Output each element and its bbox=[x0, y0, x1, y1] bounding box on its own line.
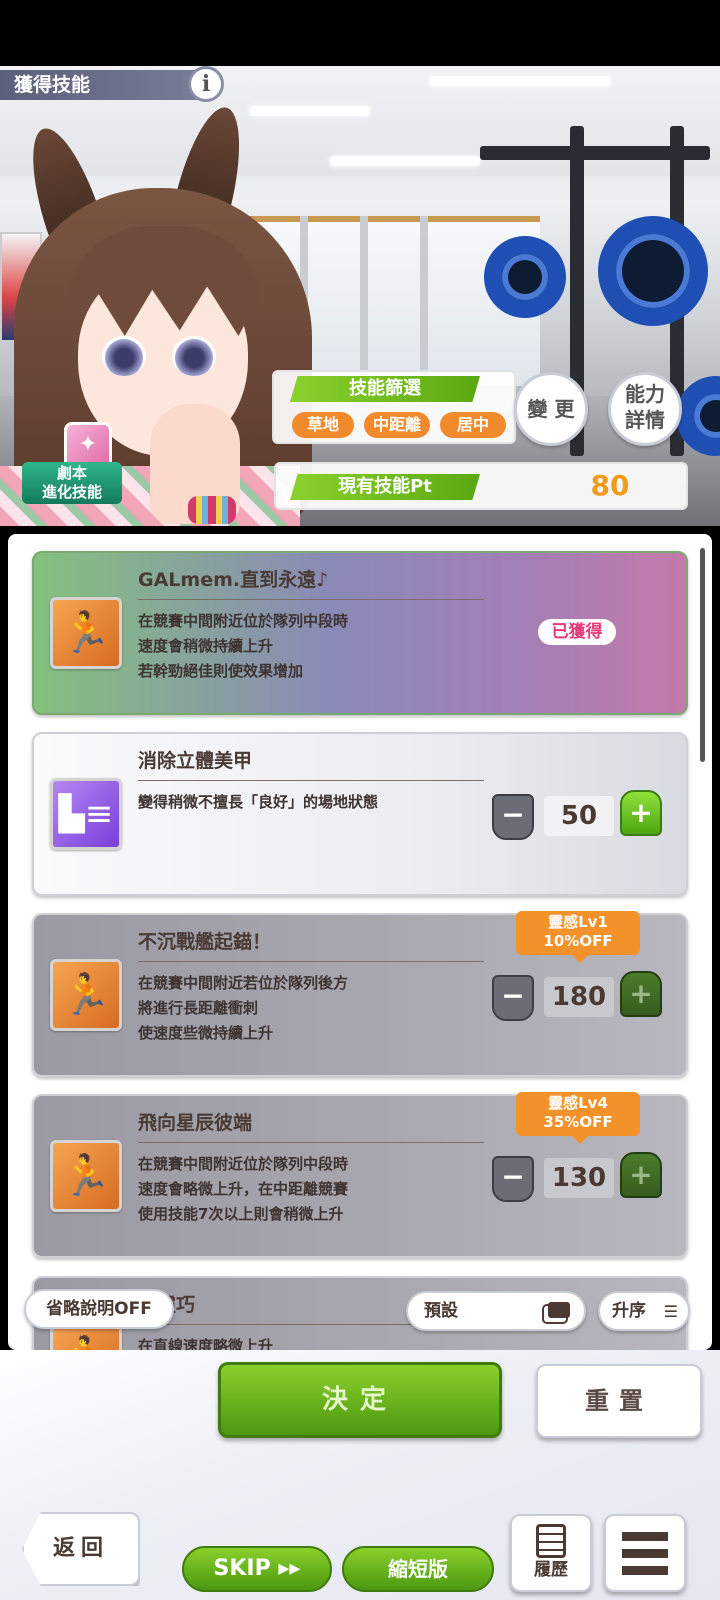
decrease-button[interactable]: − bbox=[492, 794, 534, 840]
acquired-badge: 已獲得 bbox=[538, 619, 616, 645]
filter-chip-style: 居中 bbox=[440, 412, 506, 438]
running-figure-icon: 🏃 bbox=[50, 1140, 122, 1212]
document-icon bbox=[536, 1524, 566, 1558]
hint-discount-badge: 靈感Lv4 35%OFF bbox=[516, 1092, 640, 1144]
divider bbox=[138, 961, 484, 962]
skill-name: 飛向星辰彼端 bbox=[138, 1112, 253, 1134]
skill-card[interactable]: 🏃 GALmem.直到永遠♪ 在競賽中間附近位於隊列中段時 速度會稍微持續上升 … bbox=[32, 551, 688, 715]
running-figure-icon: 🏃 bbox=[50, 597, 122, 669]
weight-plate bbox=[598, 216, 708, 326]
decide-button[interactable]: 決定 bbox=[218, 1362, 502, 1438]
skill-description: 在競賽中間附近位於隊列中段時 速度會略微上升，在中距離競賽 使用技能7次以上則會… bbox=[138, 1155, 349, 1223]
filter-label: 技能篩選 bbox=[290, 376, 480, 402]
reset-button[interactable]: 重置 bbox=[536, 1364, 702, 1438]
divider bbox=[138, 780, 484, 781]
ceiling-light bbox=[330, 156, 480, 166]
skill-cost: 50 bbox=[544, 796, 614, 836]
skill-card[interactable]: 🏃 不沉戰艦起錨！ 在競賽中間附近若位於隊列後方 將進行長距離衝刺 使速度些微持… bbox=[32, 911, 688, 1077]
character-eye bbox=[172, 336, 216, 376]
skill-description: 在競賽中間附近位於隊列中段時 速度會稍微持續上升 若幹勁絕佳則使效果增加 bbox=[138, 612, 349, 680]
history-label: 履歷 bbox=[534, 1560, 568, 1580]
increase-button[interactable]: + bbox=[620, 790, 662, 836]
skill-card[interactable]: 🏃 飛向星辰彼端 在競賽中間附近位於隊列中段時 速度會略微上升，在中距離競賽 使… bbox=[32, 1092, 688, 1258]
divider bbox=[138, 1142, 484, 1143]
app-root: 獲得技能 i ✦ 劇本 進化技能 技能篩選 草地 中距離 居中 變 更 能力 詳… bbox=[0, 0, 720, 1600]
preset-label: 預設 bbox=[424, 1301, 458, 1321]
character-eye bbox=[102, 336, 146, 376]
menu-button[interactable] bbox=[604, 1514, 686, 1592]
running-figure-icon: 🏃 bbox=[50, 959, 122, 1031]
skill-card[interactable]: ▙≡ 消除立體美甲 變得稍微不擅長「良好」的場地狀態 − 50 + bbox=[32, 732, 688, 896]
back-button[interactable]: 返回 bbox=[22, 1512, 140, 1586]
history-button[interactable]: 履歷 bbox=[510, 1514, 592, 1592]
divider bbox=[138, 599, 484, 600]
shoe-debuff-icon: ▙≡ bbox=[50, 778, 122, 850]
decrease-button[interactable]: − bbox=[492, 1156, 534, 1202]
change-filter-button[interactable]: 變 更 bbox=[514, 372, 588, 446]
increase-button[interactable]: + bbox=[620, 1152, 662, 1198]
page-title: 獲得技能 bbox=[0, 70, 220, 100]
sort-order-button[interactable]: 升序 ☰ bbox=[598, 1291, 690, 1331]
skill-points-value: 80 bbox=[590, 469, 630, 502]
skill-cost: 130 bbox=[544, 1158, 614, 1198]
sort-lines-icon: ☰ bbox=[663, 1302, 678, 1321]
omit-description-toggle[interactable]: 省略說明OFF bbox=[24, 1289, 174, 1329]
preset-select[interactable]: 預設 bbox=[406, 1291, 586, 1331]
decrease-button[interactable]: − bbox=[492, 975, 534, 1021]
skill-description: 在競賽中間附近若位於隊列後方 將進行長距離衝刺 使速度些微持續上升 bbox=[138, 974, 349, 1042]
window-frame bbox=[420, 216, 428, 386]
ceiling-light bbox=[430, 76, 610, 86]
ability-detail-button[interactable]: 能力 詳情 bbox=[608, 372, 682, 446]
hamburger-menu-icon bbox=[622, 1532, 668, 1576]
increase-button[interactable]: + bbox=[620, 971, 662, 1017]
scenario-skill-label: 劇本 進化技能 bbox=[22, 462, 122, 504]
short-version-button[interactable]: 縮短版 bbox=[342, 1546, 494, 1592]
skill-points-label: 現有技能Pt bbox=[290, 474, 480, 500]
window-frame bbox=[360, 216, 368, 386]
skill-description: 變得稍微不擅長「良好」的場地狀態 bbox=[138, 793, 379, 811]
scrollbar-thumb[interactable] bbox=[700, 548, 705, 762]
scenario-skill-badge[interactable]: ✦ 劇本 進化技能 bbox=[22, 422, 122, 518]
skip-button[interactable]: SKIP ▸▸ bbox=[182, 1546, 332, 1592]
character-bracelet bbox=[188, 496, 236, 524]
info-icon[interactable]: i bbox=[188, 66, 224, 102]
skill-description: 在直線速度略微上升 bbox=[138, 1337, 274, 1350]
window-icon bbox=[548, 1302, 570, 1318]
weight-plate bbox=[484, 236, 566, 318]
skill-name: 不沉戰艦起錨！ bbox=[138, 931, 272, 953]
machine-bar bbox=[480, 146, 710, 160]
skill-name: GALmem.直到永遠♪ bbox=[138, 569, 329, 591]
filter-chip-turf: 草地 bbox=[292, 412, 354, 438]
status-bar-area bbox=[0, 0, 720, 66]
sort-label: 升序 bbox=[612, 1301, 646, 1321]
skill-cost: 180 bbox=[544, 977, 614, 1017]
filter-chip-distance: 中距離 bbox=[364, 412, 430, 438]
skill-name: 消除立體美甲 bbox=[138, 750, 253, 772]
hint-discount-badge: 靈感Lv1 10%OFF bbox=[516, 911, 640, 963]
